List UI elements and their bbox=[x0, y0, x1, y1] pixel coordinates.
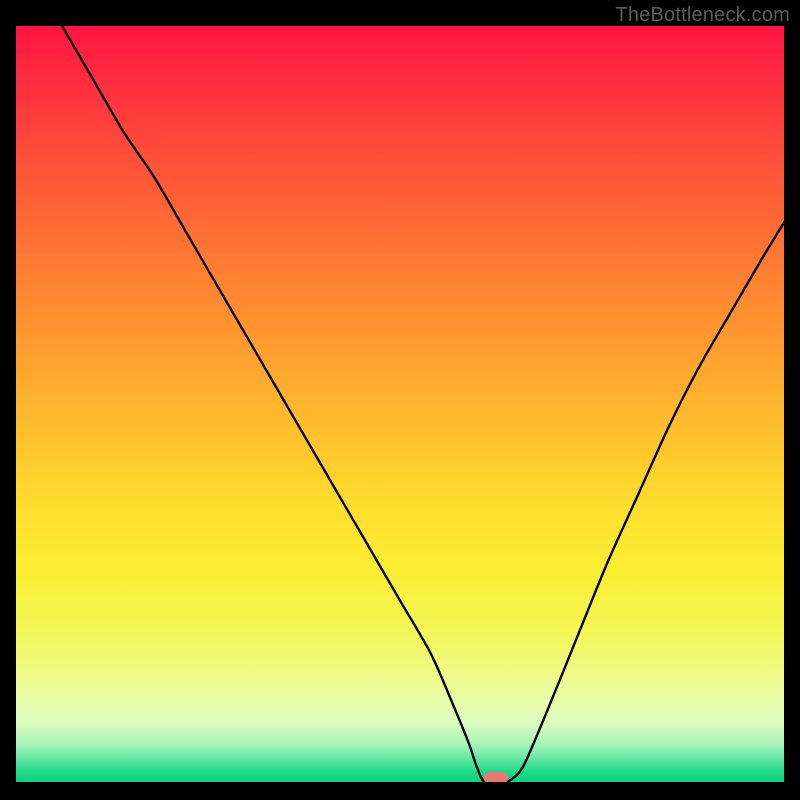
plot-area bbox=[16, 26, 784, 782]
bottleneck-curve bbox=[16, 26, 784, 782]
chart-frame: TheBottleneck.com bbox=[0, 0, 800, 800]
minimum-marker bbox=[484, 772, 508, 782]
watermark-label: TheBottleneck.com bbox=[615, 4, 790, 27]
